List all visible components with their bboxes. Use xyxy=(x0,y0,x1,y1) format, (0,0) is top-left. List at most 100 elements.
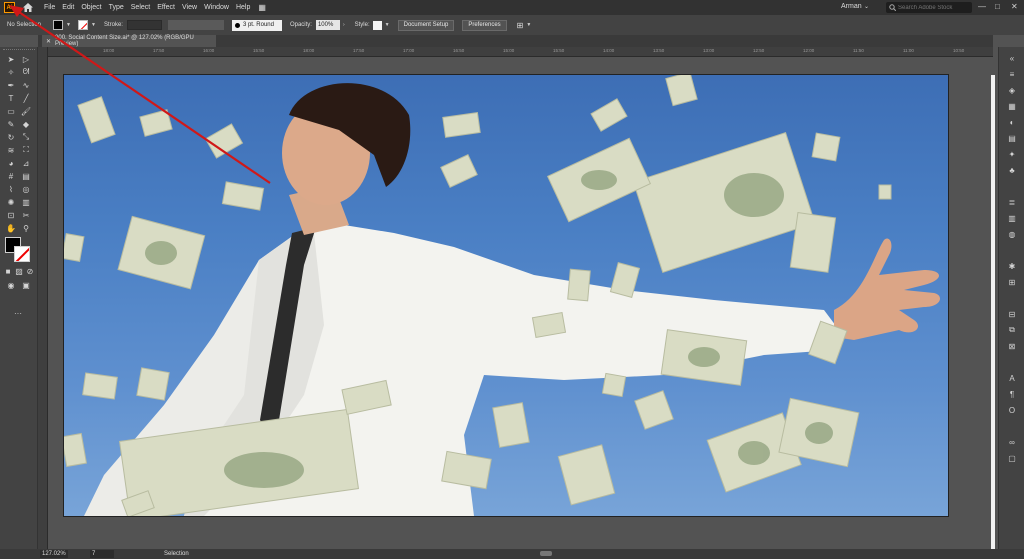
paintbrush-icon[interactable]: 🖌 xyxy=(20,105,32,117)
chevron-down-icon[interactable]: ▼ xyxy=(66,22,71,28)
gradient-panel-icon[interactable]: ▥ xyxy=(1006,213,1018,223)
none-mode-icon[interactable]: ⊘ xyxy=(24,265,36,277)
transparency-icon[interactable]: ◍ xyxy=(1006,229,1018,239)
chevron-down-icon[interactable]: ▼ xyxy=(385,22,390,28)
stroke-label[interactable]: Stroke: xyxy=(104,22,123,28)
links-icon[interactable]: ∞ xyxy=(1006,437,1018,447)
workspace-grid-icon[interactable]: ▦ xyxy=(258,3,266,12)
horizontal-ruler[interactable]: 18:00 17:50 16:00 15:50 18:00 17:50 17:0… xyxy=(48,47,993,57)
line-tool-icon[interactable]: ╱ xyxy=(20,92,32,104)
preferences-button[interactable]: Preferences xyxy=(462,19,507,31)
magic-wand-icon[interactable]: ✧ xyxy=(5,66,17,78)
scale-icon[interactable]: ⤡ xyxy=(20,131,32,143)
fill-color-swatch[interactable] xyxy=(53,20,64,30)
graph-icon[interactable]: ▥ xyxy=(20,196,32,208)
libraries-icon[interactable]: ▦ xyxy=(1006,101,1018,111)
curvature-icon[interactable]: ∿ xyxy=(20,79,32,91)
opacity-label[interactable]: Opacity: xyxy=(290,22,312,28)
panel-grip[interactable] xyxy=(3,49,35,52)
artboard-icon[interactable]: ⊡ xyxy=(5,209,17,221)
menu-file[interactable]: File xyxy=(44,4,55,11)
opentype-icon[interactable]: O xyxy=(1006,405,1018,415)
color-icon[interactable]: ◐ xyxy=(1006,117,1018,127)
menu-edit[interactable]: Edit xyxy=(62,4,74,11)
slice-icon[interactable]: ✂ xyxy=(20,209,32,221)
symbols-icon[interactable]: ♣ xyxy=(1006,165,1018,175)
eyedropper-icon[interactable]: ⌇ xyxy=(5,183,17,195)
user-name[interactable]: Arman xyxy=(841,3,862,10)
search-input[interactable] xyxy=(898,4,972,11)
opacity-field[interactable]: 100% xyxy=(315,20,340,30)
graphic-styles-icon[interactable]: ⊞ xyxy=(1006,277,1018,287)
mesh-icon[interactable]: # xyxy=(5,170,17,182)
brush-definition-dropdown[interactable]: 3 pt. Round xyxy=(231,19,282,31)
warp-icon[interactable]: ≋ xyxy=(5,144,17,156)
menu-select[interactable]: Select xyxy=(131,4,150,11)
chevron-down-icon[interactable]: ▼ xyxy=(91,22,96,28)
close-tab-icon[interactable]: ✕ xyxy=(46,38,51,45)
illustrator-logo-icon[interactable]: Ai xyxy=(4,2,15,13)
vertical-ruler[interactable] xyxy=(38,47,48,549)
direct-selection-tool-icon[interactable]: ▷ xyxy=(20,53,32,65)
screen-mode-icon[interactable]: ▣ xyxy=(20,279,32,291)
chevron-right-icon[interactable]: › xyxy=(343,22,345,28)
lasso-icon[interactable]: ᘛ xyxy=(20,66,32,78)
menu-type[interactable]: Type xyxy=(109,4,124,11)
free-transform-icon[interactable]: ⛶ xyxy=(20,144,32,156)
menu-help[interactable]: Help xyxy=(236,4,250,11)
variable-width-field[interactable] xyxy=(167,20,224,30)
stroke-color-swatch[interactable] xyxy=(77,20,88,30)
stroke-weight-field[interactable] xyxy=(126,20,162,30)
paragraph-icon[interactable]: ¶ xyxy=(1006,389,1018,399)
artboard-image[interactable] xyxy=(64,75,948,516)
perspective-icon[interactable]: ⊿ xyxy=(20,157,32,169)
pencil-icon[interactable]: ✎ xyxy=(5,118,17,130)
horizontal-scrollbar-thumb[interactable] xyxy=(540,551,552,556)
chevron-down-icon[interactable]: ▼ xyxy=(526,22,531,28)
symbol-sprayer-icon[interactable]: ✺ xyxy=(5,196,17,208)
selection-tool-icon[interactable]: ➤ xyxy=(5,53,17,65)
brushes-icon[interactable]: ✦ xyxy=(1006,149,1018,159)
maximize-icon[interactable]: □ xyxy=(995,2,1000,11)
properties-icon[interactable]: ≡ xyxy=(1006,69,1018,79)
menu-window[interactable]: Window xyxy=(204,4,229,11)
character-icon[interactable]: A xyxy=(1006,373,1018,383)
rectangle-tool-icon[interactable]: ▭ xyxy=(5,105,17,117)
artboard-navigator-field[interactable]: 7 xyxy=(90,550,114,558)
menu-effect[interactable]: Effect xyxy=(157,4,175,11)
stroke-panel-icon[interactable]: ≣ xyxy=(1006,197,1018,207)
draw-mode-icon[interactable]: ◉ xyxy=(5,279,17,291)
stroke-color-box[interactable] xyxy=(14,246,30,262)
layers-icon[interactable]: ◈ xyxy=(1006,85,1018,95)
chevron-down-icon[interactable]: ⌄ xyxy=(864,3,869,10)
zoom-level-field[interactable]: 127.02% xyxy=(40,550,68,558)
blend-icon[interactable]: ◎ xyxy=(20,183,32,195)
rotate-icon[interactable]: ↻ xyxy=(5,131,17,143)
eraser-icon[interactable]: ◆ xyxy=(20,118,32,130)
zoom-icon[interactable]: ⚲ xyxy=(20,222,32,234)
scrollbar-thumb[interactable] xyxy=(991,75,995,549)
menu-object[interactable]: Object xyxy=(81,4,101,11)
type-tool-icon[interactable]: T xyxy=(5,92,17,104)
close-icon[interactable]: ✕ xyxy=(1011,2,1018,11)
minimize-icon[interactable]: — xyxy=(978,2,986,11)
more-tools-icon[interactable]: ··· xyxy=(12,307,24,319)
shape-builder-icon[interactable]: ◕ xyxy=(5,157,17,169)
menu-view[interactable]: View xyxy=(182,4,197,11)
status-text[interactable]: Selection xyxy=(164,551,189,557)
home-icon[interactable] xyxy=(22,2,33,13)
pathfinder-icon[interactable]: ⧉ xyxy=(1006,325,1018,335)
appearance-icon[interactable]: ✱ xyxy=(1006,261,1018,271)
align-panel-icon[interactable]: ⊟ xyxy=(1006,309,1018,319)
gradient-icon[interactable]: ▤ xyxy=(20,170,32,182)
vertical-scrollbar[interactable] xyxy=(991,75,995,549)
hand-icon[interactable]: ✋ xyxy=(5,222,17,234)
align-icon[interactable]: ⊞ xyxy=(517,21,524,30)
canvas-area[interactable] xyxy=(48,57,993,549)
document-tab[interactable]: ✕ 000. Social Content Size.ai* @ 127.02%… xyxy=(42,35,216,47)
document-setup-button[interactable]: Document Setup xyxy=(397,19,455,31)
pen-tool-icon[interactable]: ✒ xyxy=(5,79,17,91)
collapse-panels-icon[interactable]: « xyxy=(1006,53,1018,63)
artboards-icon[interactable]: ▢ xyxy=(1006,453,1018,463)
search-box[interactable] xyxy=(886,2,972,13)
